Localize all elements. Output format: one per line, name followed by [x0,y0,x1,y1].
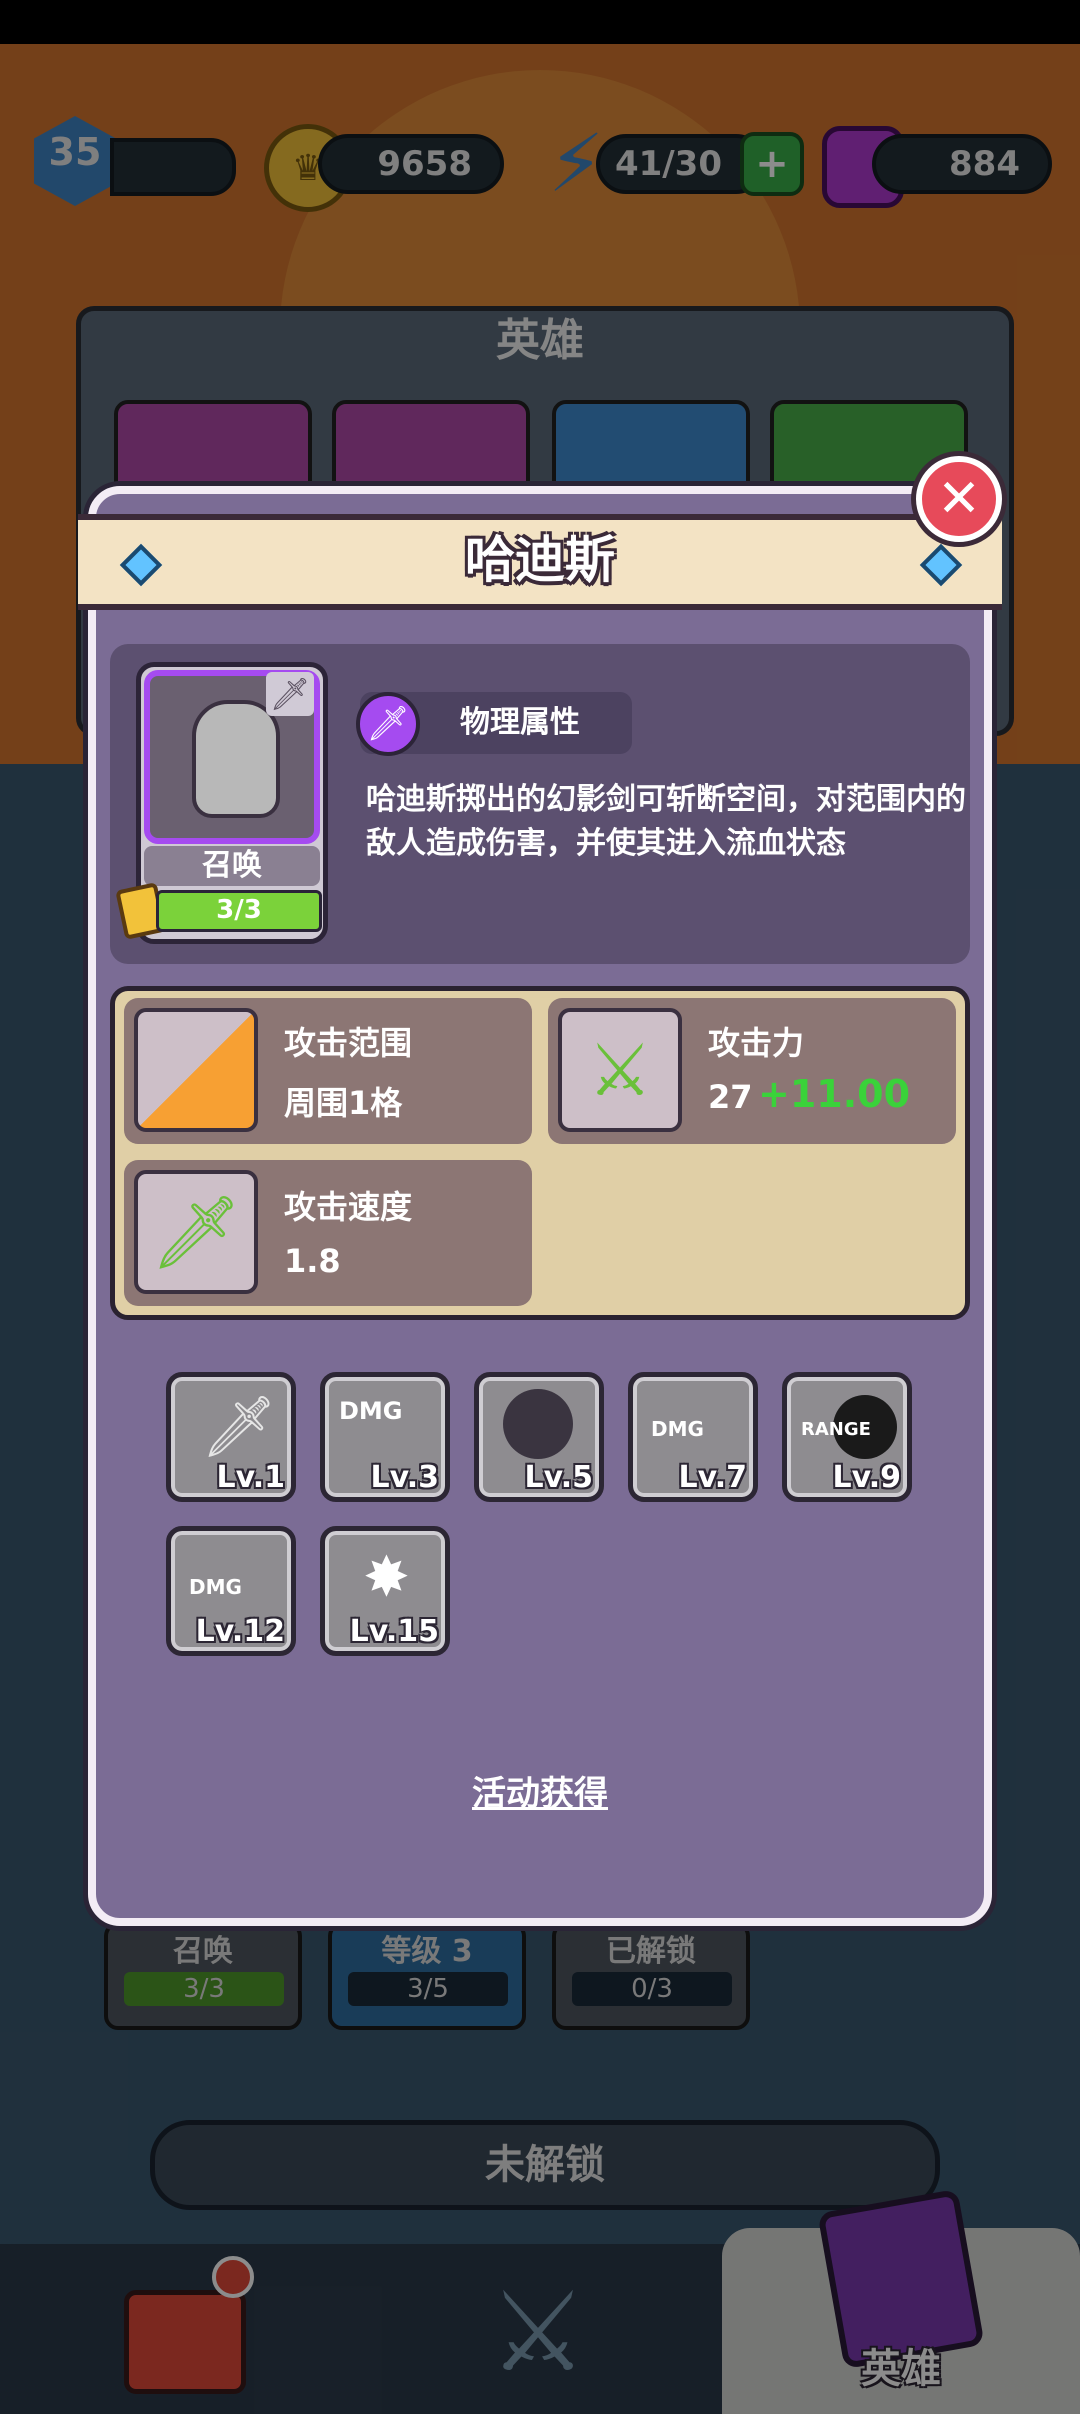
range-up-text: RANGE [801,1419,871,1440]
skill-level: Lv.9 [832,1460,902,1495]
range-label: 攻击范围 [284,1024,413,1062]
dmg-up-chain-icon: DMG [189,1575,242,1599]
dmg-up-face-icon: DMG [651,1417,704,1441]
dmg-up-icon: DMG [339,1397,403,1425]
modal-title: 哈迪斯 [465,531,615,589]
close-button[interactable]: ✕ [916,456,1002,542]
skill-lv15[interactable]: ✸ Lv.15 [320,1526,450,1656]
swords-icon: 🗡 [201,1392,278,1462]
range-value: 周围1格 [284,1084,403,1122]
skill-level: Lv.15 [349,1614,439,1649]
attack-bonus: +11.00 [758,1072,911,1116]
crossed-swords-glyph: ⚔ [587,1028,653,1112]
speed-label: 攻击速度 [284,1188,413,1226]
sword-badge-icon: 🗡 [266,672,314,716]
blood-splash-icon [503,1389,573,1459]
skill-level: Lv.3 [370,1460,440,1495]
skill-lv1[interactable]: 🗡 Lv.1 [166,1372,296,1502]
burst-icon: ✸ [363,1545,410,1610]
portrait-progress: 3/3 [156,890,322,932]
speed-sword-glyph: 🗡 [150,1190,242,1274]
speed-value: 1.8 [284,1242,341,1280]
attack-value: 27 [708,1078,753,1116]
skill-lv9[interactable]: RANGE Lv.9 [782,1372,912,1502]
skill-lv5[interactable]: Lv.5 [474,1372,604,1502]
hero-description: 哈迪斯掷出的幻影剑可斩断空间，对范围内的敌人造成伤害，并使其进入流血状态 [366,782,966,861]
range-icon [134,1008,258,1132]
skill-lv3[interactable]: DMG Lv.3 [320,1372,450,1502]
hero-figure-icon [192,700,280,818]
portrait-summon-label: 召唤 [144,846,320,886]
skill-lv12[interactable]: DMG Lv.12 [166,1526,296,1656]
skill-level: Lv.7 [678,1460,748,1495]
physical-sword-glyph: 🗡 [366,704,410,744]
attack-label: 攻击力 [708,1024,805,1062]
skill-level: Lv.1 [216,1460,286,1495]
skill-lv7[interactable]: DMG Lv.7 [628,1372,758,1502]
obtain-link[interactable]: 活动获得 [340,1766,740,1816]
skill-level: Lv.12 [195,1614,285,1649]
attribute-label: 物理属性 [460,705,580,740]
skill-level: Lv.5 [524,1460,594,1495]
close-icon: ✕ [937,469,981,529]
